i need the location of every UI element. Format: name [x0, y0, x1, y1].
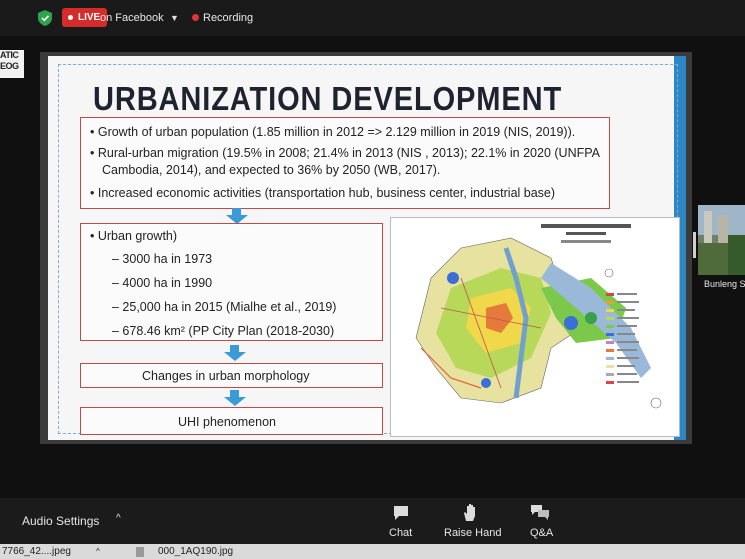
down-arrow-icon	[224, 345, 246, 361]
raise-hand-button[interactable]: Raise Hand	[444, 527, 501, 539]
download-bar: 7766_42....jpeg ^ 000_1AQ190.jpg	[0, 544, 745, 559]
chevron-up-icon[interactable]: ^	[116, 513, 121, 524]
bullet-population: • Growth of urban population (1.85 milli…	[90, 125, 576, 139]
chevron-up-icon[interactable]: ^	[96, 545, 100, 559]
audio-settings-button[interactable]: Audio Settings	[22, 514, 99, 528]
recording-indicator[interactable]: Recording	[192, 9, 253, 27]
bullet-migration-cont: Cambodia, 2014), and expected to 36% by …	[102, 163, 441, 177]
growth-item: – 4000 ha in 1990	[112, 276, 213, 290]
chat-bubble-icon[interactable]	[392, 505, 410, 521]
raise-hand-icon[interactable]	[462, 503, 478, 522]
growth-item: – 678.46 km² (PP City Plan (2018-2030)	[112, 324, 335, 338]
city-plan-map	[390, 217, 680, 437]
image-file-icon	[136, 547, 144, 557]
morphology-text: Changes in urban morphology	[142, 369, 310, 383]
participant-name: Bunleng S	[704, 279, 745, 289]
growth-item: – 3000 ha in 1973	[112, 252, 213, 266]
slide-scroll-handle[interactable]	[693, 232, 696, 258]
left-fragment-text-1: ATIC	[0, 50, 19, 60]
qa-button[interactable]: Q&A	[530, 527, 553, 539]
growth-item: – 25,000 ha in 2015 (Mialhe et al., 2019…	[112, 300, 337, 314]
down-arrow-icon	[226, 208, 248, 224]
left-window-fragment: ATIC EOG	[0, 50, 24, 78]
chevron-down-icon[interactable]: ▼	[170, 9, 179, 27]
down-arrow-icon	[224, 390, 246, 406]
download-item-1[interactable]: 7766_42....jpeg	[2, 545, 71, 559]
chat-button[interactable]: Chat	[389, 527, 412, 539]
uhi-text: UHI phenomenon	[178, 415, 276, 429]
stream-target-label[interactable]: on Facebook	[100, 9, 164, 27]
city-plan-map-graphic	[391, 218, 679, 436]
meeting-controls	[0, 498, 745, 544]
left-fragment-text-2: EOG	[0, 61, 19, 71]
download-item-2[interactable]: 000_1AQ190.jpg	[158, 545, 233, 559]
top-toolbar: LIVE on Facebook ▼ Recording	[0, 0, 745, 36]
zoom-screen: LIVE on Facebook ▼ Recording ATIC EOG UR…	[0, 0, 745, 559]
qa-bubbles-icon[interactable]	[530, 504, 550, 521]
bullet-economic: • Increased economic activities (transpo…	[90, 186, 556, 200]
growth-heading: • Urban growth)	[90, 229, 178, 243]
participant-video[interactable]	[698, 205, 745, 275]
slide-title: URBANIZATION DEVELOPMENT	[93, 80, 563, 117]
bullet-migration: • Rural-urban migration (19.5% in 2008; …	[90, 146, 600, 160]
shield-icon[interactable]	[38, 10, 52, 26]
